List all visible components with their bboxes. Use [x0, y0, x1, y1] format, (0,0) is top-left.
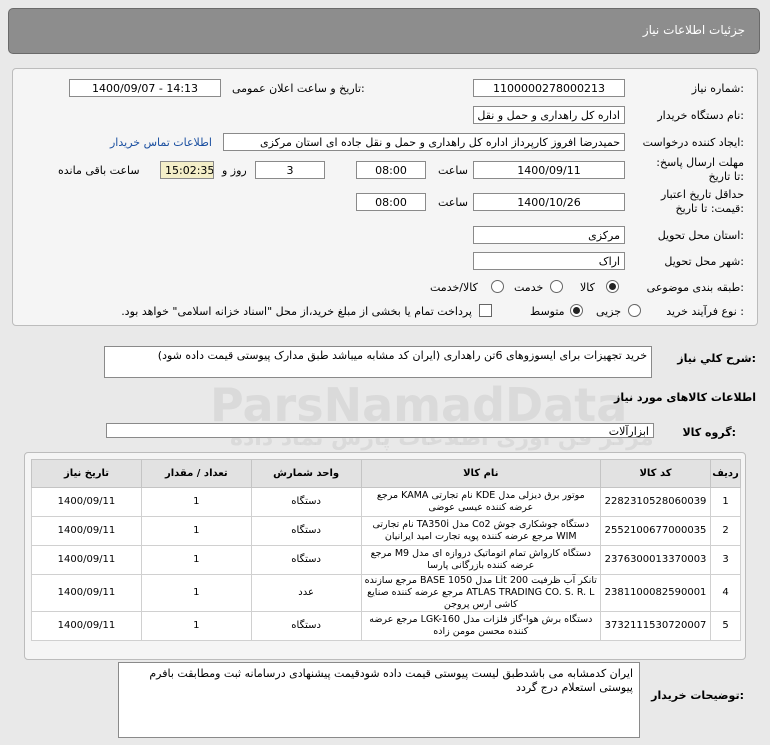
cell-quantity: 1	[140, 516, 252, 546]
process-medium-radio[interactable]	[570, 304, 583, 317]
buyer-notes-field: ایران کدمشابه می باشدطبق لیست پیوستی قیم…	[118, 662, 640, 738]
table-row: 1 2282310528060039 موتور برق دیزلی مدل KDE…	[31, 487, 741, 517]
reply-deadline-time: 08:00	[356, 161, 426, 179]
announce-datetime-label: تاریخ و ساعت اعلان عمومی:	[232, 82, 365, 95]
reply-deadline-date: 1400/09/11	[473, 161, 625, 179]
cell-need-date: 1400/09/11	[31, 574, 142, 612]
cell-unit: دستگاه	[250, 487, 362, 517]
category-service-label: خدمت	[514, 281, 544, 294]
cell-quantity: 1	[140, 545, 252, 575]
cell-quantity: 1	[140, 487, 252, 517]
category-goods-label: کالا	[580, 281, 595, 294]
cell-item-name: موتور برق دیزلی مدل KDE نام تجارتی KAMA …	[360, 487, 602, 517]
cell-item-code: 2552100677000035	[600, 516, 712, 546]
price-validity-label: حداقل تاریخ اعتبار قیمت: تا تاریخ:	[660, 188, 744, 215]
header-unit: واحد شمارش	[250, 459, 362, 488]
items-table: ردیف کد کالا نام کالا واحد شمارش تعداد /…	[31, 459, 741, 641]
remaining-time-label: ساعت باقی مانده	[58, 164, 140, 177]
reply-days-label: روز و	[222, 164, 247, 177]
cell-need-date: 1400/09/11	[31, 545, 142, 575]
description-label: شرح کلي نياز:	[677, 352, 756, 365]
header-item-name: نام کالا	[360, 459, 602, 488]
cell-row-number: 2	[710, 516, 741, 546]
goods-group-label: گروه کالا:	[682, 426, 736, 439]
cell-item-code: 3732111530720007	[600, 611, 712, 641]
cell-unit: دستگاه	[250, 545, 362, 575]
delivery-city-label: شهر محل تحویل:	[664, 255, 744, 268]
process-partial-label: جزیی	[596, 305, 622, 318]
cell-item-name: تانکر آب ظرفیت 200 Lit مدل BASE 1050 مرج…	[360, 574, 602, 612]
category-goods-service-radio[interactable]	[491, 280, 504, 293]
cell-item-code: 2376300013370003	[600, 545, 712, 575]
process-medium-label: متوسط	[530, 305, 565, 318]
cell-item-code: 2282310528060039	[600, 487, 712, 517]
cell-item-name: دستگاه جوشکاری جوش Co2 مدل TA350i نام تج…	[360, 516, 602, 546]
buyer-org-field: اداره کل راهداری و حمل و نقل جاده ای است…	[473, 106, 625, 124]
table-row: 3 2376300013370003 دستگاه کارواش تمام اتوم…	[31, 545, 741, 575]
cell-quantity: 1	[140, 574, 252, 612]
buyer-notes-label: توضیحات خریدار:	[651, 689, 744, 702]
category-goods-service-label: کالا/خدمت	[430, 281, 478, 294]
description-field: خرید تجهیزات برای ایسوزوهای 6تن راهداری …	[104, 346, 652, 378]
cell-need-date: 1400/09/11	[31, 487, 142, 517]
cell-need-date: 1400/09/11	[31, 611, 142, 641]
reply-days-field: 3	[255, 161, 325, 179]
treasury-payment-note: پرداخت تمام یا بخشی از مبلغ خرید،از محل …	[121, 305, 472, 318]
page-header: جزئیات اطلاعات نیاز	[8, 8, 760, 54]
cell-row-number: 3	[710, 545, 741, 575]
reply-deadline-label: مهلت ارسال پاسخ: تا تاریخ:	[656, 156, 744, 183]
cell-item-name: دستگاه کارواش تمام اتوماتیک دروازه ای مد…	[360, 545, 602, 575]
category-goods-radio[interactable]	[606, 280, 619, 293]
cell-row-number: 1	[710, 487, 741, 517]
cell-unit: عدد	[250, 574, 362, 612]
items-table-panel: ردیف کد کالا نام کالا واحد شمارش تعداد /…	[24, 452, 746, 660]
cell-item-name: دستگاه برش هوا-گاز فلزات مدل LGK-160 مرج…	[360, 611, 602, 641]
price-validity-time: 08:00	[356, 193, 426, 211]
header-item-code: کد کالا	[600, 459, 712, 488]
price-validity-date: 1400/10/26	[473, 193, 625, 211]
table-row: 2 2552100677000035 دستگاه جوشکاری جوش Co2 …	[31, 516, 741, 546]
header-quantity: تعداد / مقدار	[140, 459, 252, 488]
buyer-contact-link[interactable]: اطلاعات تماس خریدار	[110, 136, 212, 149]
cell-item-code: 2381100082590001	[600, 574, 712, 612]
goods-info-title: اطلاعات کالاهای مورد نیاز	[614, 391, 756, 404]
remaining-time-field: 15:02:35	[160, 161, 214, 179]
purchase-process-label: نوع فرآیند خرید :	[666, 305, 744, 318]
need-number-field: 1100000278000213	[473, 79, 625, 97]
delivery-province-field: مرکزی	[473, 226, 625, 244]
header-need-date: تاریخ نیاز	[31, 459, 142, 488]
category-label: طبقه بندی موضوعی:	[646, 281, 744, 294]
page-title: جزئیات اطلاعات نیاز	[642, 23, 745, 37]
requester-field: حمیدرضا افروز کارپرداز اداره کل راهداری …	[223, 133, 625, 151]
delivery-city-field: اراک	[473, 252, 625, 270]
price-time-label: ساعت	[438, 196, 468, 209]
delivery-province-label: استان محل تحویل:	[657, 229, 744, 242]
buyer-org-label: نام دستگاه خریدار:	[657, 109, 744, 122]
announce-datetime-field: 1400/09/07 - 14:13	[69, 79, 221, 97]
cell-row-number: 5	[710, 611, 741, 641]
table-row: 5 3732111530720007 دستگاه برش هوا-گاز فلزا…	[31, 611, 741, 641]
cell-row-number: 4	[710, 574, 741, 612]
process-partial-radio[interactable]	[628, 304, 641, 317]
category-service-radio[interactable]	[550, 280, 563, 293]
cell-need-date: 1400/09/11	[31, 516, 142, 546]
header-row-number: ردیف	[710, 459, 741, 488]
cell-unit: دستگاه	[250, 611, 362, 641]
reply-time-label: ساعت	[438, 164, 468, 177]
table-header-row: ردیف کد کالا نام کالا واحد شمارش تعداد /…	[31, 459, 741, 488]
table-row: 4 2381100082590001 تانکر آب ظرفیت 200 Lit …	[31, 574, 741, 612]
treasury-payment-checkbox[interactable]	[479, 304, 492, 317]
cell-unit: دستگاه	[250, 516, 362, 546]
requester-label: ایجاد کننده درخواست:	[642, 136, 744, 149]
goods-group-field: ابزارآلات	[106, 423, 654, 438]
cell-quantity: 1	[140, 611, 252, 641]
need-number-label: شماره نیاز:	[691, 82, 744, 95]
